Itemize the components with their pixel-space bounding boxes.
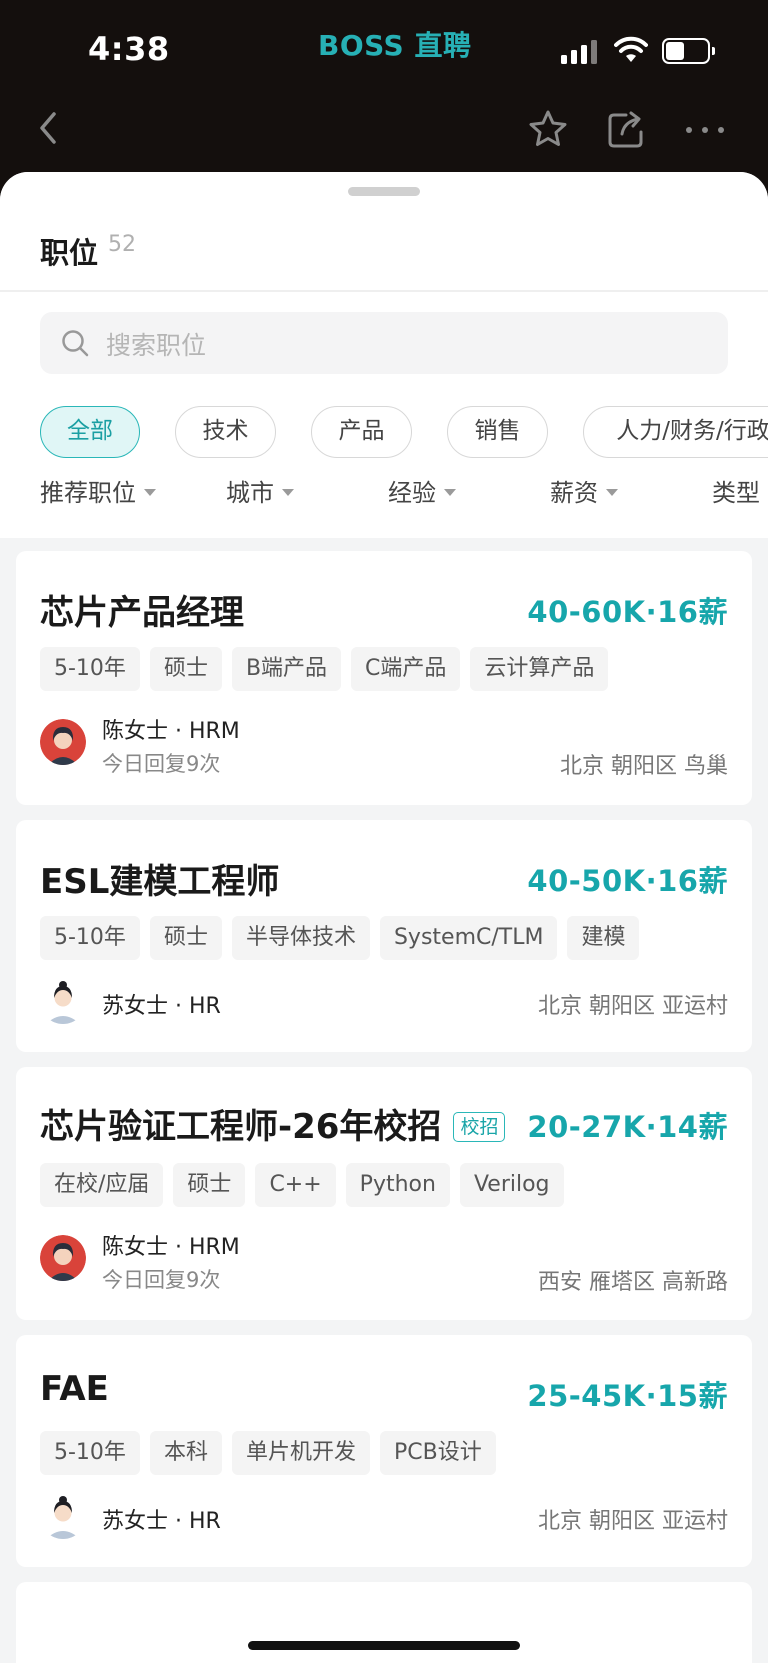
recruiter-name: 陈女士 · HRM: [102, 1235, 240, 1260]
campus-badge: 校招: [453, 1112, 506, 1142]
job-tags: 在校/应届 硕士 C++ Python Verilog: [40, 1163, 574, 1207]
filter-label: 经验: [388, 479, 436, 507]
job-location: 西安 雁塔区 高新路: [538, 1270, 728, 1295]
job-tag: 本科: [149, 1431, 222, 1475]
job-tag: B端产品: [231, 647, 342, 691]
caret-down-icon: [144, 488, 156, 496]
search-icon: [62, 330, 89, 357]
search-placeholder: 搜索职位: [106, 331, 207, 360]
job-salary: 40-60K·16薪: [527, 595, 728, 629]
recruiter-name: 苏女士 · HR: [102, 1509, 221, 1534]
filter-label: 薪资: [550, 479, 598, 507]
job-location: 北京 朝阳区 亚运村: [538, 1509, 728, 1534]
chip-tech[interactable]: 技术: [175, 406, 276, 458]
job-count: 52: [108, 232, 136, 257]
recruiter-avatar: [40, 1235, 86, 1281]
sheet-title: 职位: [40, 236, 99, 270]
chip-sales[interactable]: 销售: [447, 406, 548, 458]
filter-label: 城市: [226, 479, 274, 507]
job-card[interactable]: 芯片验证工程师-26年校招 校招 20-27K·14薪 在校/应届 硕士 C++ Pyt…: [16, 1067, 752, 1320]
job-card[interactable]: 芯片产品经理 40-60K·16薪 5-10年 硕士 B端产品 C端产品 云计算产品 陈…: [16, 551, 752, 805]
job-tag: C端产品: [351, 647, 461, 691]
job-tags: 5-10年 本科 单片机开发 PCB设计: [40, 1431, 506, 1475]
job-tag: Python: [345, 1163, 450, 1207]
reply-count: 今日回复9次: [102, 752, 221, 776]
app-brand-label: BOSS 直聘: [318, 29, 472, 62]
job-tag: SystemC/TLM: [379, 916, 558, 960]
job-tag: Verilog: [459, 1163, 564, 1207]
filter-type[interactable]: 类型: [712, 468, 760, 518]
back-icon[interactable]: [32, 108, 64, 148]
job-title-text: 芯片验证工程师-26年校招: [40, 1107, 442, 1147]
job-tags: 5-10年 硕士 半导体技术 SystemC/TLM 建模: [40, 916, 649, 960]
job-tag: PCB设计: [379, 1431, 496, 1475]
drag-handle[interactable]: [348, 187, 420, 196]
job-tag: 硕士: [149, 916, 222, 960]
jobs-sheet: 职位 52 搜索职位 全部 技术 产品 销售 人力/财务/行政 推荐职位 城市 …: [0, 172, 768, 1663]
recruiter-name: 陈女士 · HRM: [102, 719, 240, 744]
filter-bar: 推荐职位 城市 经验 薪资 类型: [0, 468, 768, 524]
sheet-header: 职位 52 搜索职位 全部 技术 产品 销售 人力/财务/行政 推荐职位 城市 …: [0, 172, 768, 538]
status-time: 4:38: [88, 30, 170, 68]
status-bar: 4:38 BOSS 直聘: [0, 0, 768, 90]
job-tag: C++: [255, 1163, 336, 1207]
category-chips: 全部 技术 产品 销售 人力/财务/行政: [40, 406, 768, 460]
divider: [0, 290, 768, 292]
filter-recommended[interactable]: 推荐职位: [40, 468, 156, 518]
job-title: 芯片产品经理: [40, 593, 244, 633]
job-tag: 建模: [567, 916, 640, 960]
job-salary: 20-27K·14薪: [527, 1110, 728, 1144]
job-card[interactable]: [16, 1582, 752, 1663]
job-title: ESL建模工程师: [40, 862, 280, 902]
job-tag: 5-10年: [40, 1431, 140, 1475]
job-card[interactable]: ESL建模工程师 40-50K·16薪 5-10年 硕士 半导体技术 SystemC/…: [16, 820, 752, 1052]
reply-count: 今日回复9次: [102, 1268, 221, 1292]
job-card[interactable]: FAE 25-45K·15薪 5-10年 本科 单片机开发 PCB设计 苏女士 · H…: [16, 1335, 752, 1567]
job-title: 芯片验证工程师-26年校招 校招: [40, 1099, 506, 1148]
signal-icon: [561, 40, 601, 64]
job-tag: 半导体技术: [231, 916, 370, 960]
job-salary: 40-50K·16薪: [527, 864, 728, 898]
recruiter-avatar: [40, 719, 86, 765]
filter-city[interactable]: 城市: [226, 468, 294, 518]
job-tag: 硕士: [149, 647, 222, 691]
filter-label: 类型: [712, 479, 760, 507]
job-salary: 25-45K·15薪: [527, 1379, 728, 1413]
job-tag: 5-10年: [40, 916, 140, 960]
caret-down-icon: [444, 488, 456, 496]
caret-down-icon: [606, 488, 618, 496]
job-tag: 单片机开发: [231, 1431, 370, 1475]
share-icon[interactable]: [606, 108, 646, 150]
job-tag: 云计算产品: [470, 647, 609, 691]
job-tag: 在校/应届: [40, 1163, 164, 1207]
home-indicator: [248, 1641, 520, 1650]
recruiter-name: 苏女士 · HR: [102, 994, 221, 1019]
job-location: 北京 朝阳区 鸟巢: [560, 754, 728, 779]
job-location: 北京 朝阳区 亚运村: [538, 994, 728, 1019]
job-tag: 硕士: [173, 1163, 246, 1207]
job-tags: 5-10年 硕士 B端产品 C端产品 云计算产品: [40, 647, 618, 691]
filter-salary[interactable]: 薪资: [550, 468, 618, 518]
more-icon[interactable]: [684, 112, 726, 148]
wifi-icon: [614, 36, 648, 62]
caret-down-icon: [282, 488, 294, 496]
chip-hr-finance-admin[interactable]: 人力/财务/行政: [583, 406, 768, 458]
battery-icon: [662, 38, 716, 64]
job-title: FAE: [40, 1369, 109, 1409]
chip-product[interactable]: 产品: [311, 406, 412, 458]
filter-experience[interactable]: 经验: [388, 468, 456, 518]
recruiter-avatar: [40, 978, 86, 1024]
chip-all[interactable]: 全部: [40, 406, 140, 458]
job-tag: 5-10年: [40, 647, 140, 691]
star-icon[interactable]: [527, 108, 569, 150]
filter-label: 推荐职位: [40, 479, 136, 507]
recruiter-avatar: [40, 1493, 86, 1539]
search-input[interactable]: 搜索职位: [40, 312, 728, 374]
